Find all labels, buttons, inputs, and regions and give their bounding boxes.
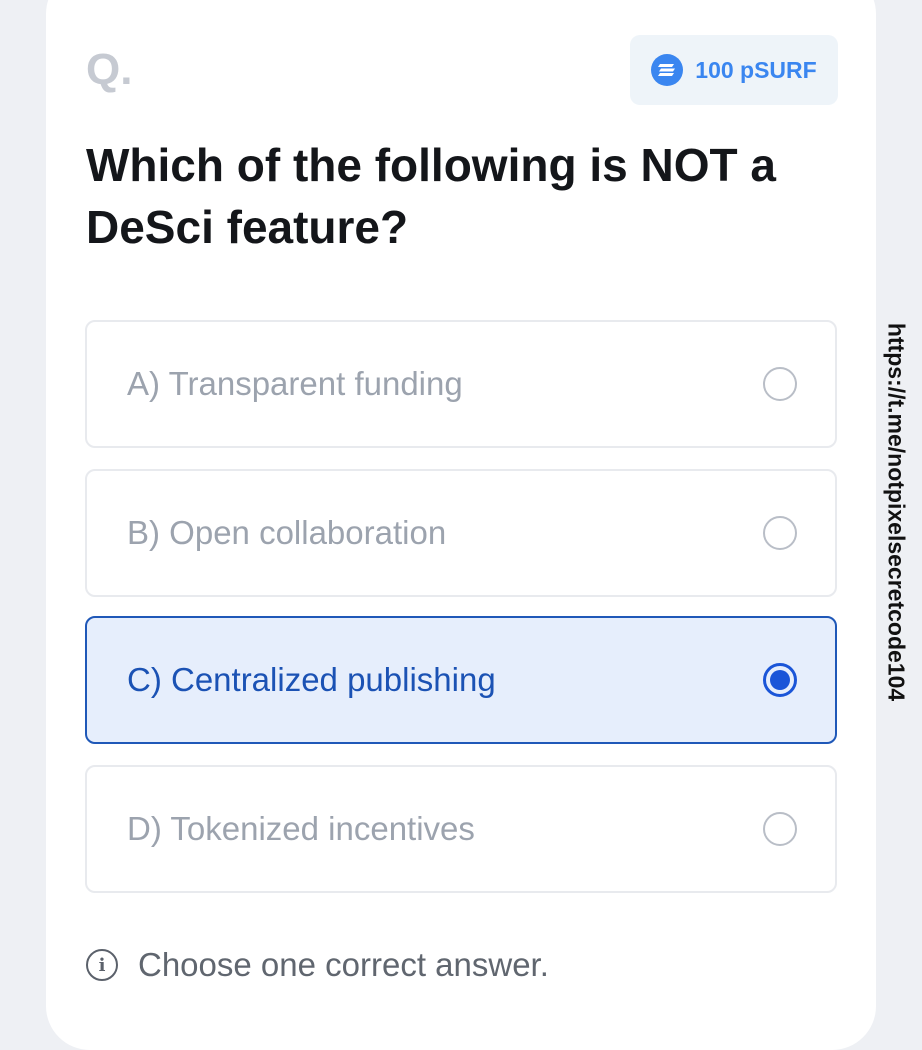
option-label: A) Transparent funding bbox=[127, 365, 463, 402]
radio-button[interactable] bbox=[763, 367, 797, 401]
option-label: B) Open collaboration bbox=[127, 514, 447, 551]
reward-badge: 100 pSURF bbox=[630, 35, 838, 105]
option-b[interactable]: B) Open collaboration bbox=[85, 469, 837, 597]
option-a[interactable]: A) Transparent funding bbox=[85, 320, 837, 448]
radio-selected-dot bbox=[770, 670, 790, 690]
question-text: Which of the following is NOT a DeSci fe… bbox=[86, 139, 776, 253]
hint-text: Choose one correct answer. bbox=[138, 946, 549, 983]
info-icon: i bbox=[86, 949, 118, 981]
radio-button[interactable] bbox=[763, 516, 797, 550]
reward-amount: 100 pSURF bbox=[695, 56, 817, 83]
option-label: C) Centralized publishing bbox=[127, 661, 496, 698]
option-c[interactable]: C) Centralized publishing bbox=[85, 616, 837, 744]
hint: i Choose one correct answer. bbox=[86, 946, 549, 984]
coin-icon bbox=[651, 54, 684, 86]
question-marker: Q. bbox=[86, 45, 133, 94]
option-d[interactable]: D) Tokenized incentives bbox=[85, 765, 837, 893]
radio-button-selected[interactable] bbox=[763, 663, 797, 697]
option-label: D) Tokenized incentives bbox=[127, 810, 475, 847]
radio-button[interactable] bbox=[763, 812, 797, 846]
watermark-link: https://t.me/notpixelsecretcode104 bbox=[883, 322, 910, 702]
